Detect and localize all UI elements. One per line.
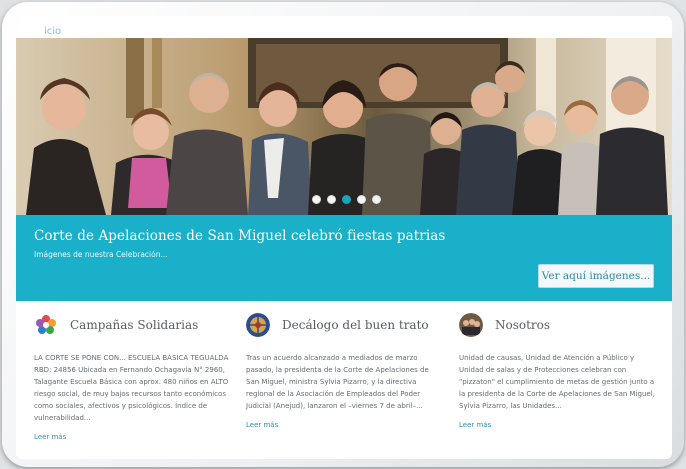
column-excerpt: Unidad de causas, Unidad de Atención a P… — [459, 354, 655, 410]
slider-dot-3-active[interactable] — [342, 195, 351, 204]
slider-dots — [312, 195, 381, 204]
page-frame: icio Corte de Apelaciones de San Miguel … — [2, 2, 684, 467]
read-more-link[interactable]: Leer más — [459, 421, 659, 429]
read-more-link[interactable]: Leer más — [246, 421, 436, 429]
read-more-link[interactable]: Leer más — [34, 433, 230, 441]
globe-logo-icon — [246, 313, 270, 337]
column-excerpt: LA CORTE SE PONE CON... ESCUELA BÁSICA T… — [34, 354, 229, 422]
column-title[interactable]: Decálogo del buen trato — [282, 318, 429, 332]
slide-title[interactable]: Corte de Apelaciones de San Miguel celeb… — [34, 228, 445, 244]
slider-dot-1[interactable] — [312, 195, 321, 204]
column-excerpt: Tras un acuerdo alcanzado a mediados de … — [246, 354, 429, 410]
slide-caption-banner: Corte de Apelaciones de San Miguel celeb… — [16, 215, 672, 301]
column-nosotros: Nosotros Unidad de causas, Unidad de Ate… — [459, 312, 659, 429]
group-photo-icon — [459, 313, 483, 337]
slider-dot-5[interactable] — [372, 195, 381, 204]
column-title[interactable]: Campañas Solidarias — [70, 318, 198, 332]
breadcrumb[interactable]: icio — [44, 26, 61, 37]
solidarity-flower-icon — [34, 313, 58, 337]
view-images-button[interactable]: Ver aquí imágenes... — [538, 264, 654, 288]
column-decalogo: Decálogo del buen trato Tras un acuerdo … — [246, 312, 436, 429]
slider-dot-4[interactable] — [357, 195, 366, 204]
slide-subtitle: Imágenes de nuestra Celebración... — [34, 250, 168, 259]
group-photo — [16, 38, 672, 215]
column-campanas-solidarias: Campañas Solidarias LA CORTE SE PONE CON… — [34, 312, 230, 441]
column-title[interactable]: Nosotros — [495, 318, 550, 332]
content-panel: icio Corte de Apelaciones de San Miguel … — [16, 16, 672, 459]
slider-dot-2[interactable] — [327, 195, 336, 204]
hero-slider-image[interactable] — [16, 38, 672, 215]
